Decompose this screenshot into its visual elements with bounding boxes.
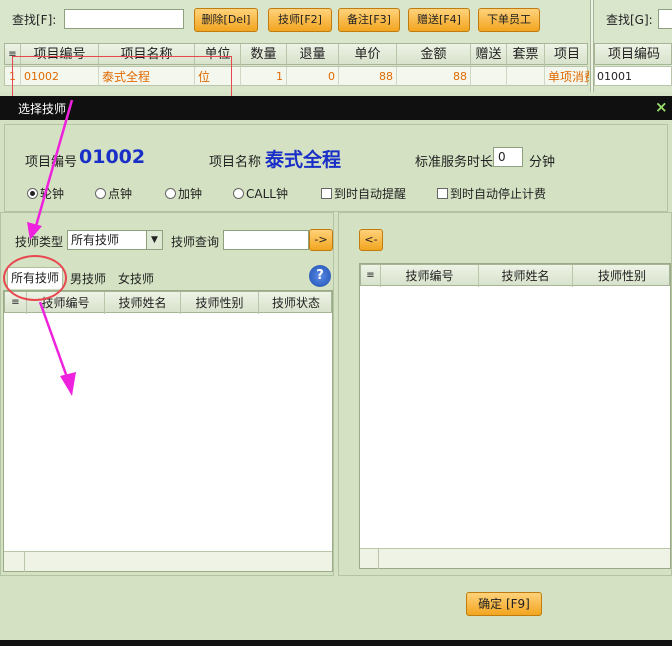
annotation-arrow-line <box>38 301 70 381</box>
annotation-arrow-line <box>34 99 74 227</box>
arrowhead-icon <box>27 222 42 240</box>
annotation-arrows <box>27 99 76 396</box>
arrowhead-icon <box>60 372 76 396</box>
